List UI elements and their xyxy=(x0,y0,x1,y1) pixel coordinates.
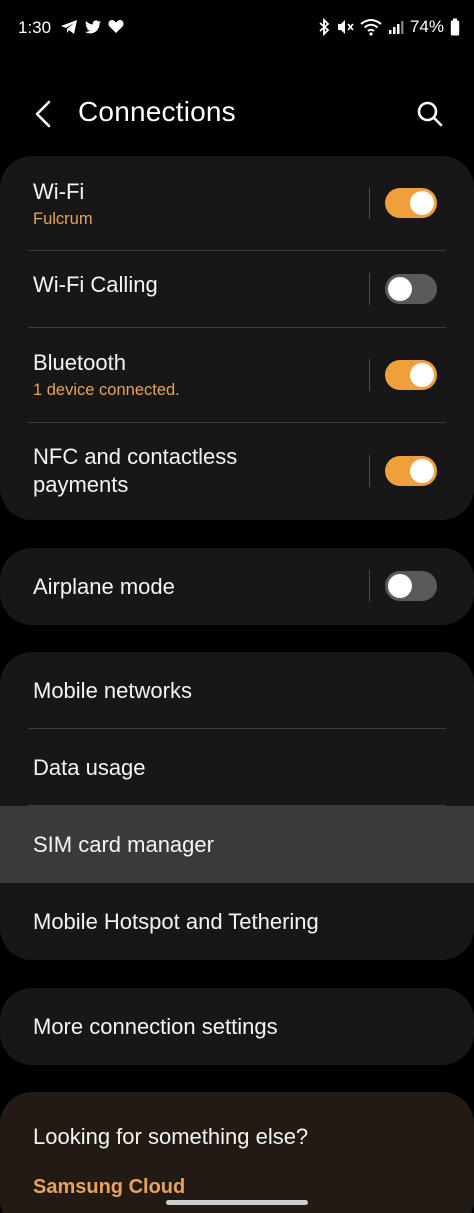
airplane-card: Airplane mode xyxy=(0,548,474,625)
hotspot-tethering-title: Mobile Hotspot and Tethering xyxy=(33,909,319,934)
mobile-networks-title: Mobile networks xyxy=(33,678,192,703)
samsung-cloud-link[interactable]: Samsung Cloud xyxy=(33,1176,185,1199)
suggestions-card: Looking for something else? Samsung Clou… xyxy=(0,1092,474,1213)
battery-percent: 74% xyxy=(409,17,444,36)
row-separator xyxy=(369,359,370,391)
toggle-knob xyxy=(388,574,412,598)
status-time: 1:30 xyxy=(18,18,52,37)
heart-icon xyxy=(108,20,124,33)
wifi-icon xyxy=(360,19,382,36)
gesture-nav-handle[interactable] xyxy=(166,1200,308,1205)
sim-card-manager-title: SIM card manager xyxy=(33,832,214,857)
mobile-networks-row[interactable]: Mobile networks xyxy=(0,652,474,729)
wifi-calling-toggle[interactable] xyxy=(385,274,437,304)
bluetooth-row[interactable]: Bluetooth 1 device connected. xyxy=(0,328,474,423)
data-usage-row[interactable]: Data usage xyxy=(0,729,474,806)
search-button[interactable] xyxy=(410,94,450,134)
telegram-icon xyxy=(61,20,77,34)
wifi-subtitle: Fulcrum xyxy=(33,210,93,228)
system-icons: 74% xyxy=(318,17,460,37)
mute-icon xyxy=(337,20,354,34)
toggle-knob xyxy=(410,191,434,215)
wifi-calling-title: Wi-Fi Calling xyxy=(33,272,158,297)
row-separator xyxy=(369,455,370,487)
signal-icon xyxy=(388,21,404,34)
twitter-icon xyxy=(85,20,101,34)
suggestions-title: Looking for something else? xyxy=(33,1124,309,1149)
status-bar: 1:30 74% xyxy=(0,0,474,56)
toggle-knob xyxy=(388,277,412,301)
app-bar: Connections xyxy=(0,84,474,142)
bluetooth-subtitle: 1 device connected. xyxy=(33,381,180,399)
sim-card-manager-row[interactable]: SIM card manager xyxy=(0,806,474,883)
network-card: Mobile networks Data usage SIM card mana… xyxy=(0,652,474,960)
back-arrow-icon xyxy=(35,100,51,128)
page-title: Connections xyxy=(78,96,236,127)
toggle-knob xyxy=(410,459,434,483)
nfc-title-line1: NFC and contactless xyxy=(33,444,238,469)
data-usage-title: Data usage xyxy=(33,755,146,780)
more-connection-settings-title: More connection settings xyxy=(33,1014,278,1039)
wifi-row[interactable]: Wi-Fi Fulcrum xyxy=(0,156,474,251)
nfc-row[interactable]: NFC and contactless payments xyxy=(0,423,474,520)
search-icon xyxy=(417,101,443,127)
bluetooth-title: Bluetooth xyxy=(33,350,126,375)
row-separator xyxy=(369,273,370,305)
nfc-title-line2: payments xyxy=(33,472,129,497)
row-separator xyxy=(369,187,370,219)
wifi-calling-row[interactable]: Wi-Fi Calling xyxy=(0,251,474,328)
more-connection-settings-row[interactable]: More connection settings xyxy=(0,988,474,1065)
bluetooth-icon xyxy=(319,18,330,36)
airplane-mode-toggle[interactable] xyxy=(385,571,437,601)
connectivity-card: Wi-Fi Fulcrum Wi-Fi Calling Bluetooth 1 … xyxy=(0,156,474,520)
battery-icon xyxy=(450,18,460,36)
back-button[interactable] xyxy=(26,94,60,134)
wifi-title: Wi-Fi xyxy=(33,179,85,204)
notification-icons xyxy=(60,19,124,35)
hotspot-tethering-row[interactable]: Mobile Hotspot and Tethering xyxy=(0,883,474,960)
airplane-mode-row[interactable]: Airplane mode xyxy=(0,548,474,625)
wifi-toggle[interactable] xyxy=(385,188,437,218)
nfc-toggle[interactable] xyxy=(385,456,437,486)
airplane-mode-title: Airplane mode xyxy=(33,574,175,599)
more-settings-card: More connection settings xyxy=(0,988,474,1065)
row-separator xyxy=(369,570,370,602)
toggle-knob xyxy=(410,363,434,387)
bluetooth-toggle[interactable] xyxy=(385,360,437,390)
